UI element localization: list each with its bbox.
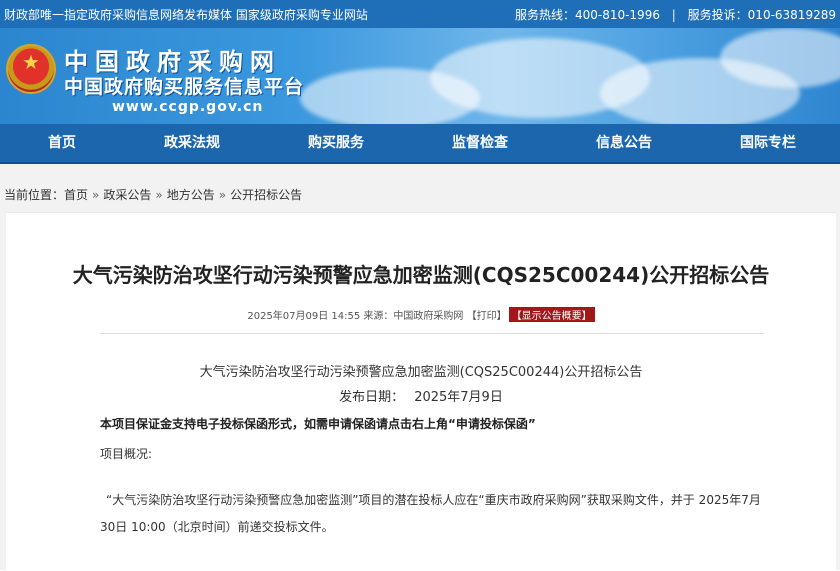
nav-announcements[interactable]: 信息公告 — [564, 124, 684, 162]
breadcrumb-arrow: » — [155, 188, 163, 202]
main-navigation: 首页 政采法规 购买服务 监督检查 信息公告 国际专栏 — [0, 124, 840, 164]
publish-date: 发布日期： 2025年7月9日 — [6, 386, 836, 405]
breadcrumb: 当前位置：首页» 政采公告» 地方公告» 公开招标公告 — [4, 186, 302, 203]
nav-international[interactable]: 国际专栏 — [708, 124, 828, 162]
divider — [100, 333, 764, 334]
site-url: www.ccgp.gov.cn — [112, 99, 264, 115]
publish-date-value: 2025年7月9日 — [414, 390, 503, 405]
site-slogan: 财政部唯一指定政府采购信息网络发布媒体 国家级政府采购专业网站 — [4, 8, 368, 22]
breadcrumb-procurement-notices[interactable]: 政采公告 — [103, 188, 151, 202]
nav-supervision[interactable]: 监督检查 — [420, 124, 540, 162]
document-heading: 大气污染防治攻坚行动污染预警应急加密监测(CQS25C00244)公开招标公告 — [199, 365, 643, 380]
show-summary-button[interactable]: 【显示公告概要】 — [508, 307, 595, 322]
service-contacts: 服务热线：400-810-1996 | 服务投诉：010-63819289 — [515, 6, 836, 23]
breadcrumb-local-notices[interactable]: 地方公告 — [167, 188, 215, 202]
project-paragraph: “大气污染防治攻坚行动污染预警应急加密监测”项目的潜在投标人应在“重庆市政府采购… — [100, 493, 761, 534]
article-panel: 大气污染防治攻坚行动污染预警应急加密监测(CQS25C00244)公开招标公告 … — [6, 212, 836, 571]
nav-purchase-services[interactable]: 购买服务 — [276, 124, 396, 162]
breadcrumb-arrow: » — [218, 188, 227, 202]
nav-procurement-regulations[interactable]: 政采法规 — [132, 124, 252, 162]
article-meta: 2025年07月09日 14:55 来源：中国政府采购网 【打印】 【显示公告概要… — [6, 307, 836, 322]
overview-label: 项目概况: — [100, 447, 153, 461]
article-title: 大气污染防治攻坚行动污染预警应急加密监测(CQS25C00244)公开招标公告 — [72, 263, 770, 287]
breadcrumb-prefix: 当前位置： — [4, 188, 65, 202]
national-emblem-icon: ★ — [6, 44, 56, 94]
site-banner: ★ 中国政府采购网 中国政府购买服务信息平台 www.ccgp.gov.cn — [0, 28, 840, 124]
hotline-text: 服务热线：400-810-1996 — [514, 8, 660, 22]
contact-separator: | — [671, 8, 676, 22]
nav-home[interactable]: 首页 — [2, 124, 122, 162]
site-subtitle: 中国政府购买服务信息平台 — [64, 76, 305, 98]
publish-info: 2025年07月09日 14:55 来源：中国政府采购网 — [247, 311, 467, 322]
top-info-bar: 财政部唯一指定政府采购信息网络发布媒体 国家级政府采购专业网站 服务热线：400… — [0, 0, 840, 28]
breadcrumb-arrow: » — [92, 188, 100, 202]
guarantee-notice: 本项目保证金支持电子投标保函形式，如需申请保函请点击右上角“申请投标保函” — [100, 417, 536, 431]
breadcrumb-public-tender[interactable]: 公开招标公告 — [230, 188, 302, 202]
complaint-text: 服务投诉：010-63819289 — [687, 8, 836, 22]
publish-date-label: 发布日期： — [339, 390, 405, 405]
breadcrumb-home[interactable]: 首页 — [64, 188, 88, 202]
print-link[interactable]: 【打印】 — [467, 311, 507, 322]
